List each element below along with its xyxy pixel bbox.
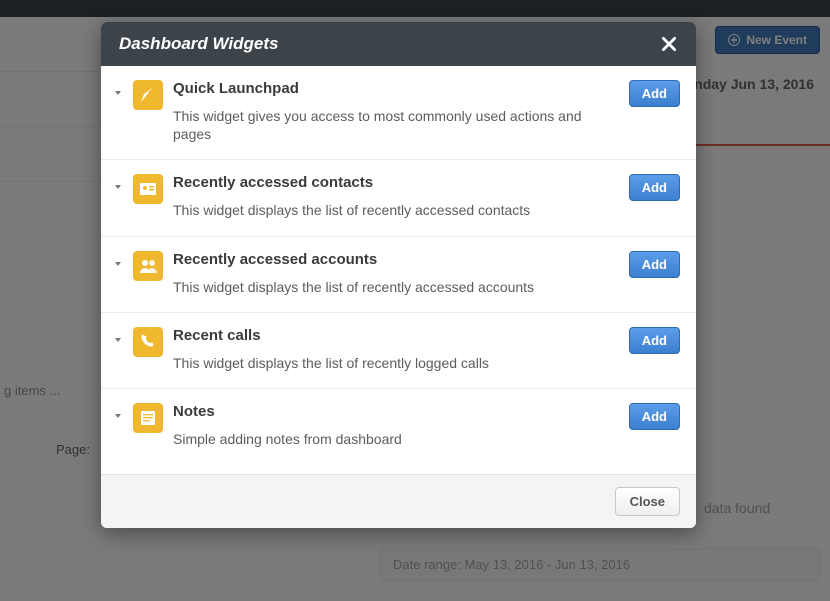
widget-row: Recently accessed accounts This widget d… [101,237,696,313]
widget-row: Quick Launchpad This widget gives you ac… [101,66,696,160]
accounts-icon [133,251,163,281]
chevron-down-icon[interactable] [113,411,123,421]
widget-title: Recently accessed contacts [173,174,619,191]
widget-title: Recent calls [173,327,619,344]
rocket-icon [133,80,163,110]
add-button[interactable]: Add [629,403,680,430]
widget-row: Notes Simple adding notes from dashboard… [101,389,696,464]
widget-description: Simple adding notes from dashboard [173,430,619,448]
widget-title: Quick Launchpad [173,80,619,97]
close-button[interactable]: Close [615,487,680,516]
widget-body: Recent calls This widget displays the li… [173,327,619,372]
widget-row: Recently accessed contacts This widget d… [101,160,696,236]
phone-icon [133,327,163,357]
chevron-down-icon[interactable] [113,259,123,269]
contact-icon [133,174,163,204]
widget-row: Recent calls This widget displays the li… [101,313,696,389]
chevron-down-icon[interactable] [113,335,123,345]
widget-description: This widget displays the list of recentl… [173,354,619,372]
widget-body: Recently accessed accounts This widget d… [173,251,619,296]
widget-body: Recently accessed contacts This widget d… [173,174,619,219]
widget-body: Notes Simple adding notes from dashboard [173,403,619,448]
close-icon[interactable] [660,35,678,53]
dashboard-widgets-modal: Dashboard Widgets Quick Launchpad This w… [101,22,696,528]
chevron-down-icon[interactable] [113,182,123,192]
add-button[interactable]: Add [629,80,680,107]
chevron-down-icon[interactable] [113,88,123,98]
modal-body: Quick Launchpad This widget gives you ac… [101,66,696,474]
modal-footer: Close [101,474,696,528]
widget-description: This widget gives you access to most com… [173,107,619,143]
widget-title: Notes [173,403,619,420]
widget-title: Recently accessed accounts [173,251,619,268]
modal-title: Dashboard Widgets [119,34,278,54]
modal-header: Dashboard Widgets [101,22,696,66]
add-button[interactable]: Add [629,327,680,354]
widget-description: This widget displays the list of recentl… [173,278,619,296]
widget-body: Quick Launchpad This widget gives you ac… [173,80,619,143]
widget-description: This widget displays the list of recentl… [173,201,619,219]
add-button[interactable]: Add [629,174,680,201]
add-button[interactable]: Add [629,251,680,278]
note-icon [133,403,163,433]
